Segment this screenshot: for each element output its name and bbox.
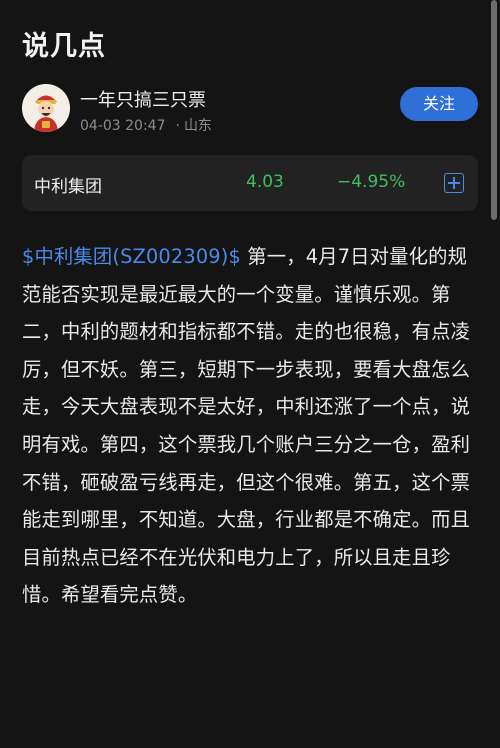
stock-name: 中利集团 <box>34 177 102 197</box>
author-name[interactable]: 一年只搞三只票 <box>80 86 206 112</box>
stock-price: 4.03 <box>246 172 284 192</box>
stock-card[interactable]: 中利集团 4.03 −4.95% <box>22 155 478 211</box>
avatar[interactable] <box>22 84 70 132</box>
meta-separator: · <box>175 118 180 134</box>
add-watchlist-icon[interactable] <box>444 173 464 193</box>
scrollbar[interactable] <box>491 0 497 220</box>
post-text: 第一，4月7日对量化的规范能否实现是最近最大的一个变量。谨慎乐观。第二，中利的题… <box>22 245 471 607</box>
post-meta: 04-03 20:47 · 山东 <box>80 115 212 135</box>
post-body: $中利集团(SZ002309)$ 第一，4月7日对量化的规范能否实现是最近最大的… <box>22 238 480 614</box>
follow-button[interactable]: 关注 <box>400 87 478 121</box>
post-location: 山东 <box>183 118 212 134</box>
author-header: 一年只搞三只票 04-03 20:47 · 山东 关注 <box>22 84 478 136</box>
page-title: 说几点 <box>22 31 106 62</box>
stock-change: −4.95% <box>337 172 406 192</box>
post-date: 04-03 20:47 <box>80 118 166 134</box>
stock-ticker-link[interactable]: $中利集团(SZ002309)$ <box>22 245 241 268</box>
